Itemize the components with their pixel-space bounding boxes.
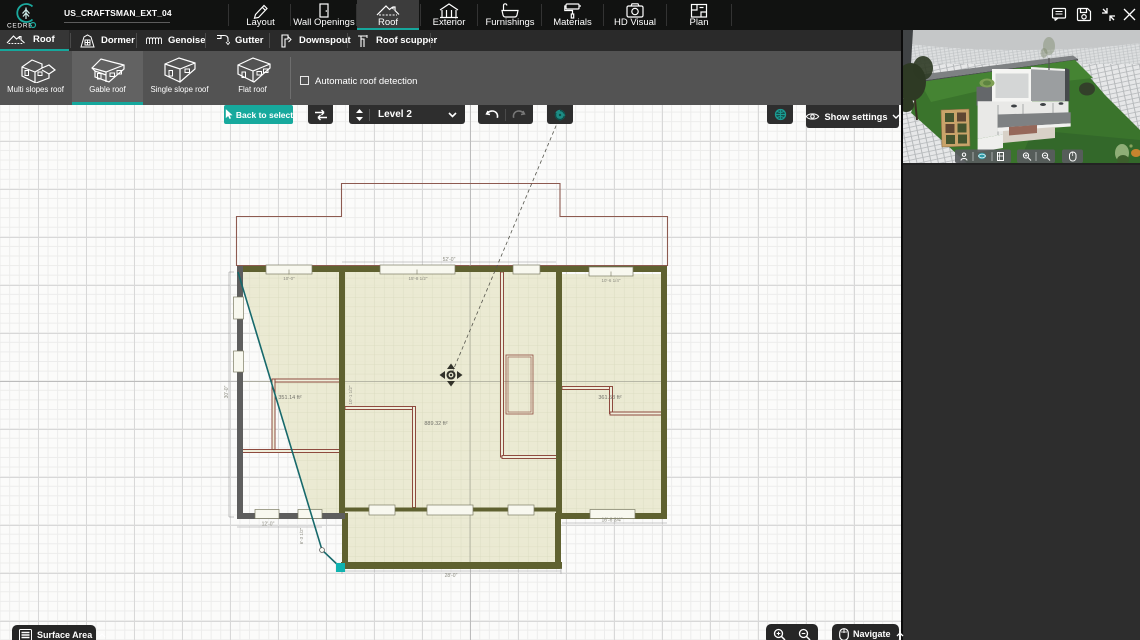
svg-text:15'-8 1/2": 15'-8 1/2" [409,276,428,281]
svg-text:52'-0": 52'-0" [443,257,456,263]
svg-text:351.14 ft²: 351.14 ft² [278,395,301,401]
svg-text:28'-0": 28'-0" [445,573,458,579]
svg-text:12'-0": 12'-0" [262,522,275,528]
svg-text:16'-6 3/4": 16'-6 3/4" [601,518,622,524]
svg-text:30'-0": 30'-0" [224,385,230,398]
svg-text:361.53 ft²: 361.53 ft² [598,395,621,401]
svg-text:889.32 ft²: 889.32 ft² [424,421,447,427]
svg-text:10'-6 1/4": 10'-6 1/4" [602,278,621,283]
svg-text:CEDRE: CEDRE [7,23,33,30]
svg-text:6'-3 1/2": 6'-3 1/2" [299,527,304,544]
svg-text:10'-1 1/2": 10'-1 1/2" [348,385,353,404]
svg-text:10'-0": 10'-0" [283,276,295,281]
